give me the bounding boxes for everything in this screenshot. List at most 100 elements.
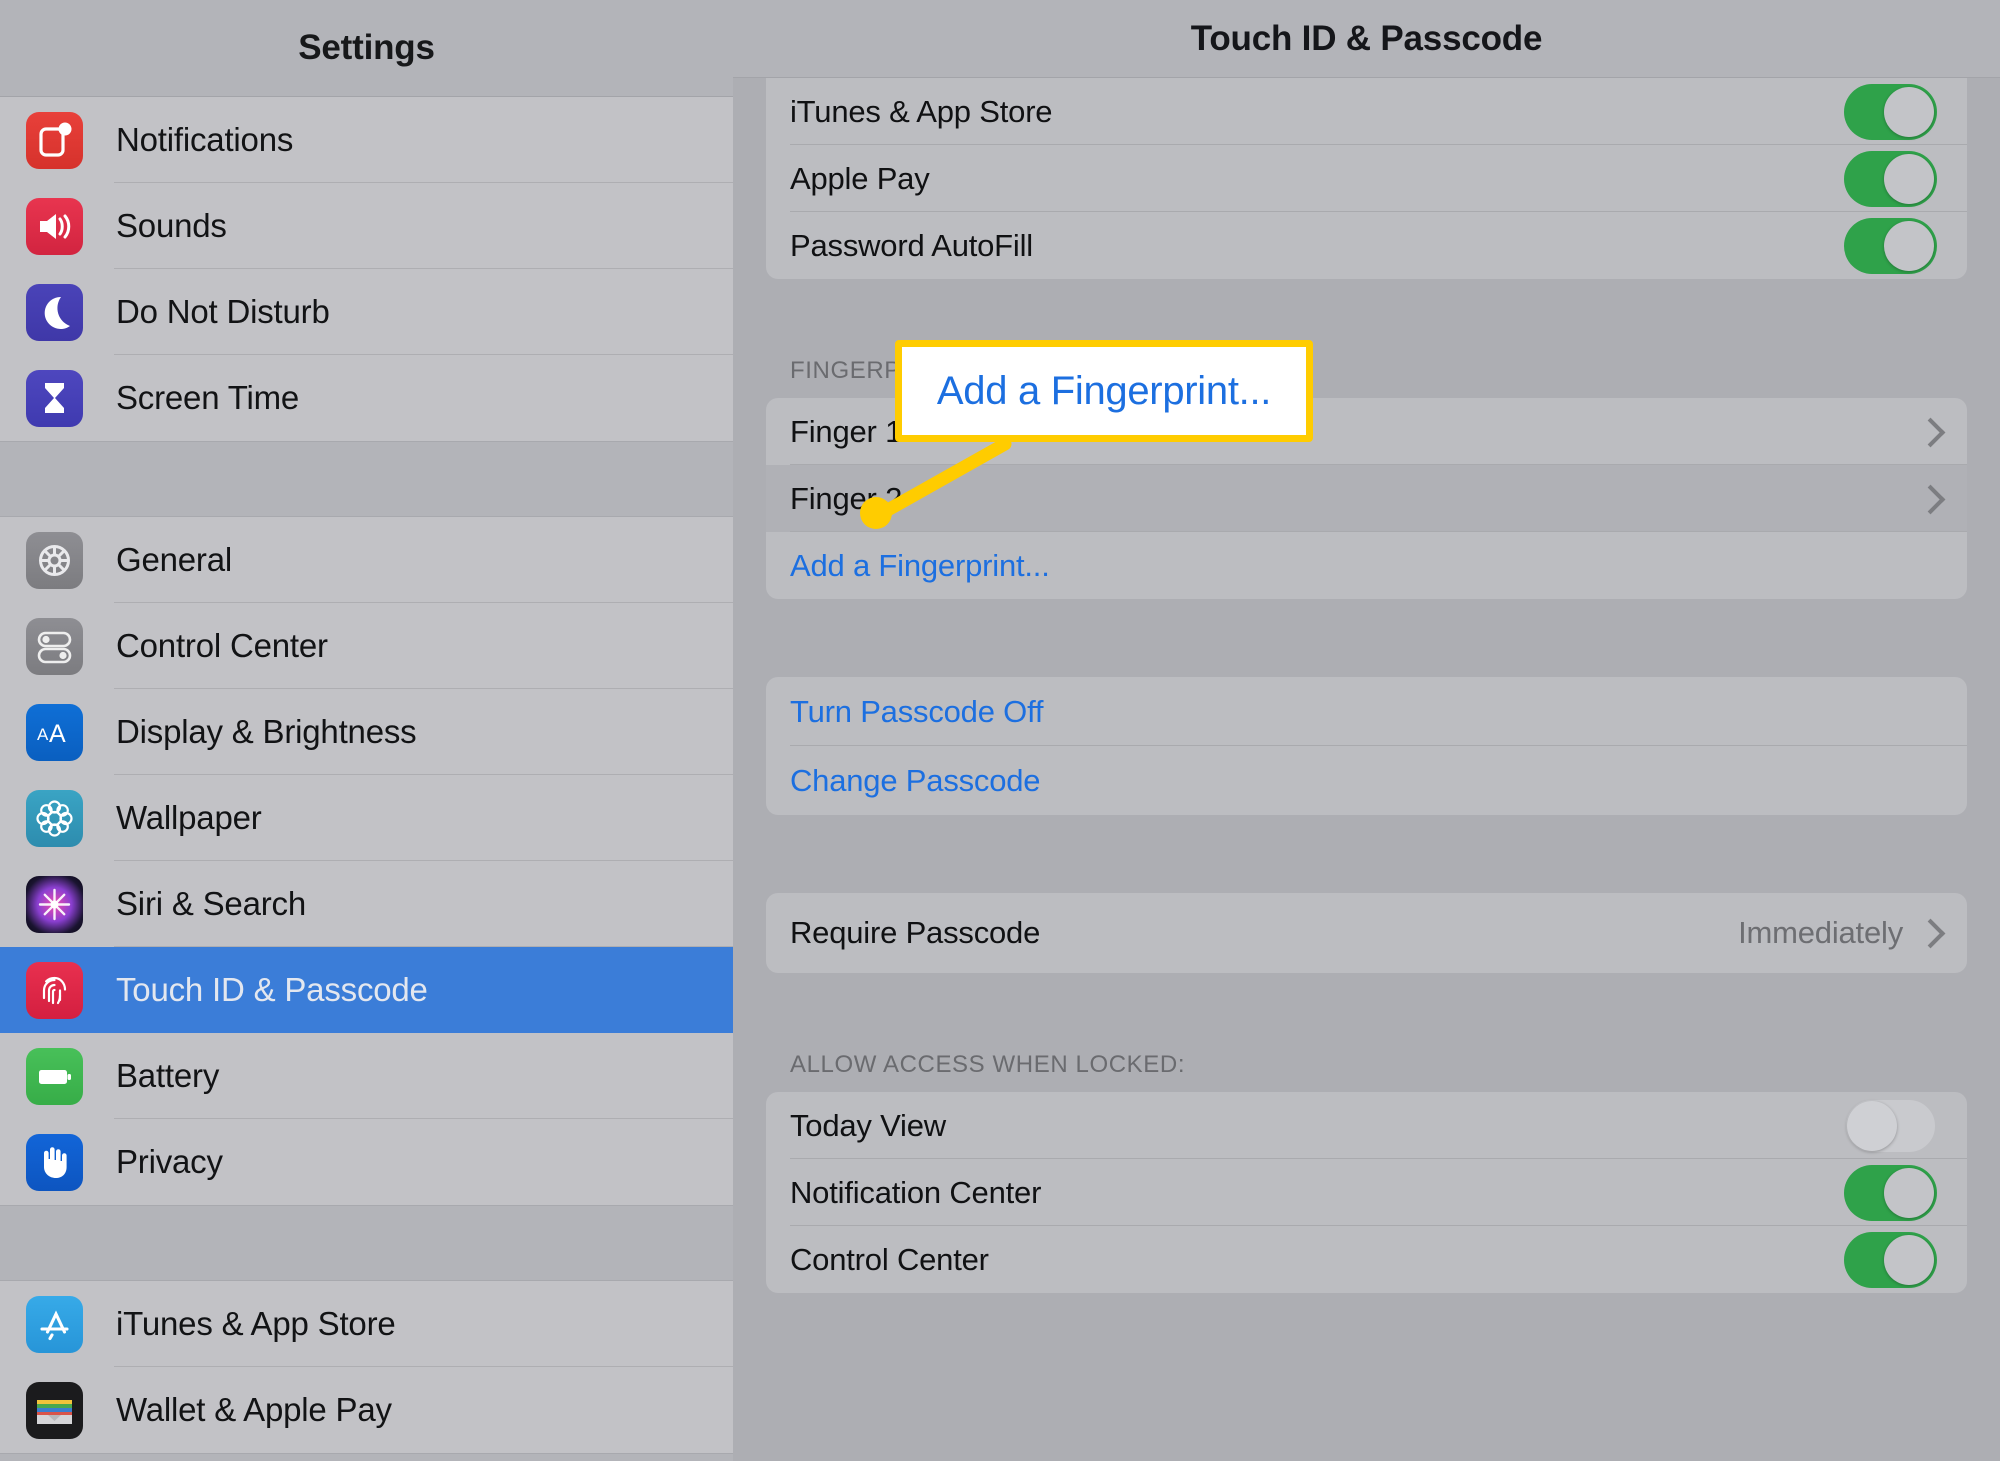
toggle-today-view[interactable]	[1844, 1097, 1937, 1154]
table-row-password-autofill[interactable]: Password AutoFill	[766, 212, 1967, 279]
hand-icon	[26, 1133, 83, 1191]
notifications-glyph	[39, 122, 72, 157]
toggles-icon	[26, 617, 83, 675]
sidebar-header: Settings	[0, 0, 733, 97]
row-label: Password AutoFill	[790, 227, 1033, 263]
sidebar-item-battery[interactable]: Battery	[0, 1033, 733, 1119]
sidebar-group-3: iTunes & App Store Wallet & Apple Pay	[0, 1281, 733, 1453]
sidebar-bottom-divider	[0, 1453, 733, 1461]
sidebar-item-label: Wallpaper	[116, 799, 262, 836]
sounds-icon	[26, 197, 83, 255]
section-gap-2	[733, 599, 2000, 677]
battery-glyph	[39, 1069, 71, 1084]
toggle-control-center[interactable]	[1844, 1231, 1937, 1288]
row-label: Today View	[790, 1107, 946, 1143]
text-size-icon: A A	[26, 703, 83, 761]
table-row-today-view[interactable]: Today View	[766, 1092, 1967, 1159]
speaker-glyph	[40, 213, 71, 239]
require-passcode-value: Immediately	[1738, 915, 1903, 950]
table-row-notification-center[interactable]: Notification Center	[766, 1159, 1967, 1226]
sidebar-item-wallpaper[interactable]: Wallpaper	[0, 775, 733, 861]
flower-glyph	[36, 799, 73, 837]
chevron-right-icon	[1919, 917, 1937, 949]
passcode-actions-card: Turn Passcode Off Change Passcode	[766, 677, 1967, 815]
toggle-knob	[1884, 1234, 1934, 1285]
turn-passcode-off-row[interactable]: Turn Passcode Off	[766, 677, 1967, 746]
chevron-right-icon	[1919, 416, 1937, 448]
moon-icon	[26, 283, 83, 341]
sidebar-item-label: Notifications	[116, 121, 294, 158]
sidebar-item-notifications[interactable]: Notifications	[0, 97, 733, 183]
table-row-control-center[interactable]: Control Center	[766, 1226, 1967, 1293]
sidebar-group-2: General Control Center A A Display & Bri…	[0, 517, 733, 1205]
require-passcode-label: Require Passcode	[790, 915, 1041, 950]
aa-glyph: A A	[37, 720, 66, 748]
add-fingerprint-row[interactable]: Add a Fingerprint...	[766, 532, 1967, 599]
toggle-knob	[1884, 86, 1934, 137]
svg-text:A: A	[37, 725, 49, 744]
sidebar-item-screen-time[interactable]: Screen Time	[0, 355, 733, 441]
use-touch-id-card: iTunes & App Store Apple Pay Password Au…	[766, 78, 1967, 279]
require-passcode-card: Require Passcode Immediately	[766, 893, 1967, 973]
sidebar-item-label: Do Not Disturb	[116, 293, 330, 330]
allow-access-card: Today View Notification Center Control C…	[766, 1092, 1967, 1293]
toggle-notification-center[interactable]	[1844, 1164, 1937, 1221]
annotation-callout-text: Add a Fingerprint...	[936, 368, 1272, 413]
app-store-glyph	[40, 1309, 69, 1340]
svg-text:A: A	[49, 720, 66, 748]
settings-app-window: Settings Notifications Sounds Do Not Dis…	[0, 0, 2000, 1461]
sidebar-item-control-center[interactable]: Control Center	[0, 603, 733, 689]
sidebar-item-itunes-app-store[interactable]: iTunes & App Store	[0, 1281, 733, 1367]
sidebar-item-label: Battery	[116, 1057, 220, 1094]
require-passcode-row[interactable]: Require Passcode Immediately	[766, 893, 1967, 973]
sidebar-item-wallet-apple-pay[interactable]: Wallet & Apple Pay	[0, 1367, 733, 1453]
sidebar-item-privacy[interactable]: Privacy	[0, 1119, 733, 1205]
toggle-password-autofill[interactable]	[1844, 217, 1937, 274]
toggle-itunes-app-store[interactable]	[1844, 83, 1937, 140]
sidebar-group-1: Notifications Sounds Do Not Disturb Scre…	[0, 97, 733, 441]
settings-sidebar: Settings Notifications Sounds Do Not Dis…	[0, 0, 733, 1461]
page-title: Touch ID & Passcode	[1190, 18, 1543, 58]
allow-access-section-header: ALLOW ACCESS WHEN LOCKED:	[790, 1051, 1186, 1078]
sidebar-item-touch-id-passcode[interactable]: Touch ID & Passcode	[0, 947, 733, 1033]
sidebar-item-label: Sounds	[116, 207, 227, 244]
table-row-apple-pay[interactable]: Apple Pay	[766, 145, 1967, 212]
annotation-callout-box[interactable]: Add a Fingerprint...	[895, 340, 1313, 442]
app-store-icon	[26, 1295, 83, 1353]
row-label: Finger 2	[790, 480, 903, 516]
section-gap-4	[733, 973, 2000, 1051]
table-row-finger-2[interactable]: Finger 2	[766, 465, 1967, 532]
gear-glyph	[39, 544, 70, 576]
sidebar-group-divider	[0, 441, 733, 517]
detail-scroll-area[interactable]: iTunes & App Store Apple Pay Password Au…	[733, 78, 2000, 1293]
toggles-glyph	[37, 631, 72, 663]
sidebar-item-siri-search[interactable]: Siri & Search	[0, 861, 733, 947]
sidebar-item-sounds[interactable]: Sounds	[0, 183, 733, 269]
siri-orb-icon	[26, 875, 83, 933]
row-label: Notification Center	[790, 1174, 1042, 1210]
chevron-right-icon	[1919, 483, 1937, 515]
toggle-knob	[1884, 1167, 1934, 1218]
sidebar-item-label: Display & Brightness	[116, 713, 417, 750]
sidebar-item-general[interactable]: General	[0, 517, 733, 603]
fingerprint-glyph	[42, 976, 67, 1004]
sidebar-item-display-brightness[interactable]: A A Display & Brightness	[0, 689, 733, 775]
table-row-itunes-app-store[interactable]: iTunes & App Store	[766, 78, 1967, 145]
sidebar-item-do-not-disturb[interactable]: Do Not Disturb	[0, 269, 733, 355]
change-passcode-row[interactable]: Change Passcode	[766, 746, 1967, 815]
detail-header: Touch ID & Passcode	[733, 0, 2000, 78]
sidebar-item-label: Screen Time	[116, 379, 300, 416]
sidebar-item-label: Control Center	[116, 627, 328, 664]
moon-glyph	[44, 296, 70, 329]
sidebar-item-label: Privacy	[116, 1143, 223, 1180]
battery-icon	[26, 1047, 83, 1105]
toggle-apple-pay[interactable]	[1844, 150, 1937, 207]
row-label: iTunes & App Store	[790, 93, 1053, 129]
sidebar-item-label: General	[116, 541, 233, 578]
detail-pane: Touch ID & Passcode iTunes & App Store A…	[733, 0, 2000, 1461]
hourglass-icon	[26, 369, 83, 427]
hand-glyph	[44, 1146, 67, 1178]
toggle-knob	[1884, 220, 1934, 271]
hourglass-glyph	[45, 382, 64, 413]
sidebar-item-label: iTunes & App Store	[116, 1305, 396, 1342]
